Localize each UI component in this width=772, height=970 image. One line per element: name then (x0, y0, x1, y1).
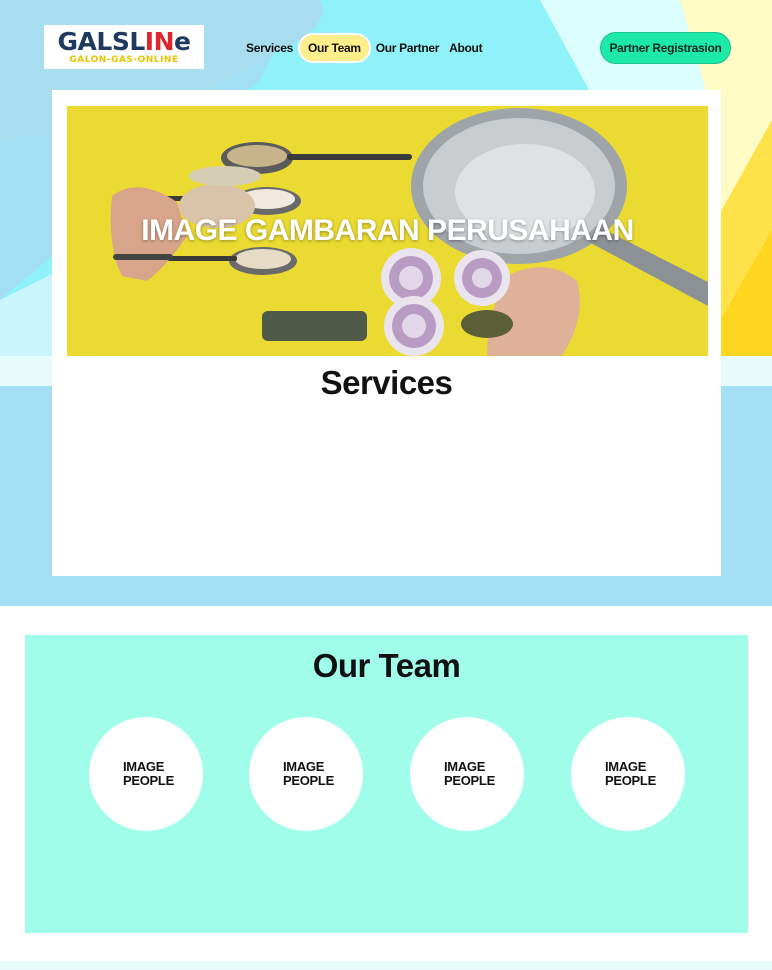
nav-services[interactable]: Services (241, 33, 298, 63)
team-member-card[interactable]: IMAGE PEOPLE (410, 717, 524, 831)
team-member-card[interactable]: IMAGE PEOPLE (571, 717, 685, 831)
services-card: IMAGE GAMBARAN PERUSAHAAN Services (52, 90, 721, 576)
banner-title: IMAGE GAMBARAN PERUSAHAAN (141, 214, 634, 247)
footer-strip (0, 961, 772, 970)
brand-logo[interactable]: GALSLINe GALON-GAS-ONLINE (44, 25, 204, 69)
partner-registration-button[interactable]: Partner Registrasion (600, 32, 731, 64)
team-member-card[interactable]: IMAGE PEOPLE (249, 717, 363, 831)
team-section: Our Team IMAGE PEOPLE IMAGE PEOPLE IMAGE… (25, 635, 748, 933)
nav-our-partner[interactable]: Our Partner (371, 33, 444, 63)
logo-tagline: GALON-GAS-ONLINE (69, 55, 179, 65)
team-member-image-placeholder: IMAGE PEOPLE (605, 759, 656, 788)
services-heading: Services (320, 364, 453, 401)
team-member-image-placeholder: IMAGE PEOPLE (444, 759, 495, 788)
team-member-card[interactable]: IMAGE PEOPLE (89, 717, 203, 831)
main-nav: Services Our Team Our Partner About (241, 33, 487, 63)
nav-about[interactable]: About (444, 33, 487, 63)
company-banner-image: IMAGE GAMBARAN PERUSAHAAN (67, 106, 708, 356)
team-member-image-placeholder: IMAGE PEOPLE (283, 759, 334, 788)
team-member-image-placeholder: IMAGE PEOPLE (123, 759, 174, 788)
team-heading: Our Team (312, 647, 461, 684)
nav-our-team[interactable]: Our Team (297, 33, 371, 63)
logo-wordmark: GALSLINe (57, 27, 191, 56)
